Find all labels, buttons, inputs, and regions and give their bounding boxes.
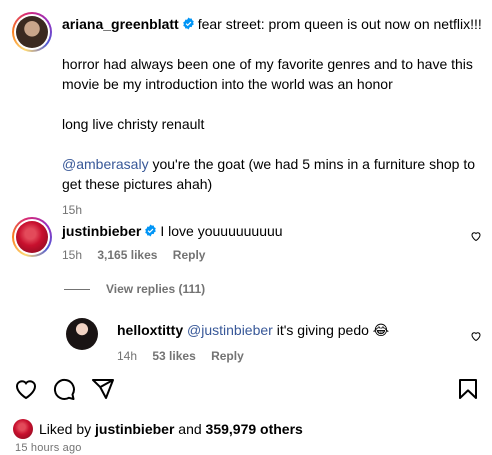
post-date: 15 hours ago [15, 442, 82, 454]
comment-icon[interactable] [52, 377, 76, 401]
liked-by-avatar[interactable] [13, 419, 33, 439]
reply-helloxtitty: helloxtitty @justinbieber it's giving pe… [117, 321, 457, 365]
divider [64, 288, 90, 290]
post-caption: ariana_greenblatt fear street: prom queen… [62, 14, 482, 220]
reply-emoji: 😂 [372, 322, 390, 338]
comment-heart-icon[interactable] [470, 230, 482, 242]
reply-avatar[interactable] [66, 318, 98, 350]
post-time: 15h [62, 203, 83, 217]
reply-text: it's giving pedo [276, 322, 369, 338]
author-avatar[interactable] [12, 12, 52, 52]
like-heart-icon[interactable] [14, 377, 38, 401]
liked-by: Liked by justinbieber and 359,979 others [13, 419, 303, 439]
liked-and: and [178, 421, 202, 437]
author-username[interactable]: ariana_greenblatt [62, 16, 179, 32]
liked-count[interactable]: 359,979 others [206, 421, 303, 437]
liked-user[interactable]: justinbieber [95, 421, 174, 437]
verified-icon [182, 17, 194, 30]
reply-time: 14h [117, 349, 138, 363]
share-icon[interactable] [91, 377, 115, 401]
bookmark-icon[interactable] [456, 377, 480, 401]
comment-text: I love youuuuuuuuu [160, 223, 283, 239]
comment-justinbieber: justinbieber I love youuuuuuuuu 15h 3,165… [62, 222, 462, 264]
comment-time: 15h [62, 248, 83, 262]
caption-line-3: long live christy renault [62, 116, 205, 132]
verified-icon [145, 224, 157, 237]
reply-heart-icon[interactable] [470, 330, 482, 342]
reply-button[interactable]: Reply [173, 248, 206, 262]
caption-line-1: fear street: prom queen is out now on ne… [197, 16, 482, 32]
commenter-avatar[interactable] [12, 217, 52, 257]
caption-mention[interactable]: @amberasaly [62, 156, 149, 172]
caption-line-2: horror had always been one of my favorit… [62, 56, 473, 92]
comment-username[interactable]: justinbieber [62, 223, 141, 239]
reply-likes[interactable]: 53 likes [152, 349, 195, 363]
liked-prefix: Liked by [39, 421, 92, 437]
reply-username[interactable]: helloxtitty [117, 322, 183, 338]
reply-mention[interactable]: @justinbieber [187, 322, 273, 338]
reply-reply-button[interactable]: Reply [211, 349, 244, 363]
comment-likes[interactable]: 3,165 likes [97, 248, 157, 262]
view-replies-button[interactable]: View replies (111) [64, 282, 205, 296]
view-replies-label: View replies (111) [106, 282, 206, 296]
